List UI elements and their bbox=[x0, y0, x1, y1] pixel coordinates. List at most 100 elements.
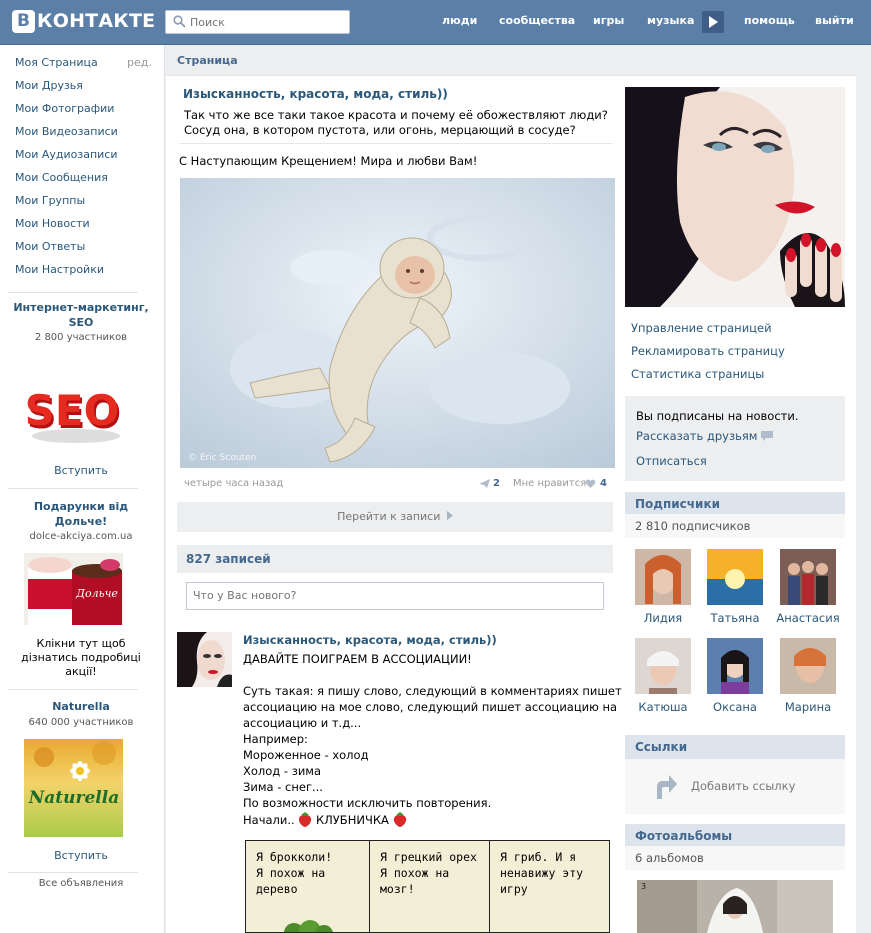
main-content: Страница Изысканность, красота, мода, ст… bbox=[166, 45, 856, 933]
nav-people[interactable]: люди bbox=[442, 14, 477, 27]
ad-dolce-description[interactable]: Клікни тут щоб дізнатись подробиці акції… bbox=[8, 637, 154, 679]
search-box[interactable] bbox=[165, 10, 350, 34]
sidebar-item-photos[interactable]: Мои Фотографии bbox=[15, 102, 114, 115]
like-count: 4 bbox=[600, 478, 607, 489]
wall-post-avatar[interactable] bbox=[177, 632, 232, 687]
top-header: B КОНТАКТЕ люди сообщества игры музыка п… bbox=[0, 0, 871, 45]
sidebar-item-messages[interactable]: Мои Сообщения bbox=[15, 171, 108, 184]
broccoli-drawing bbox=[284, 920, 333, 932]
like-button[interactable]: Мне нравится bbox=[513, 478, 586, 489]
sidebar-item-groups[interactable]: Мои Группы bbox=[15, 194, 85, 207]
ad-seo-join-button[interactable]: Вступить bbox=[8, 464, 154, 477]
edit-link[interactable]: ред. bbox=[127, 56, 152, 69]
post-photo[interactable]: © Eric Scouten bbox=[180, 178, 615, 468]
wall-post-line: ДАВАЙТЕ ПОИГРАЕМ В АССОЦИАЦИИ! bbox=[243, 652, 472, 666]
comic-panel-walnut: Я грецкий орех Я похож на мозг! bbox=[370, 841, 490, 932]
subscriber-photo[interactable] bbox=[635, 549, 691, 605]
album-badge: 3 bbox=[641, 882, 646, 891]
goto-record-button[interactable]: Перейти к записи bbox=[177, 502, 613, 532]
subscriber-photo[interactable] bbox=[780, 638, 836, 694]
wall-post-comic-image[interactable]: Я брокколи! Я похож на дерево Я грецкий … bbox=[245, 840, 610, 933]
heart-icon[interactable] bbox=[585, 479, 596, 489]
subscriber-name[interactable]: Катюша bbox=[627, 700, 699, 714]
links-title: Ссылки bbox=[635, 740, 688, 754]
wall-post-line: Холод - зима bbox=[243, 764, 322, 778]
sidebar-item-my-page[interactable]: Моя Страница bbox=[15, 56, 98, 69]
album-cover[interactable]: 3 bbox=[637, 880, 833, 933]
ad-dolce-subtitle: dolce-akciya.com.ua bbox=[29, 531, 133, 542]
nav-music[interactable]: музыка bbox=[647, 14, 694, 27]
subscriber-photo[interactable] bbox=[707, 638, 763, 694]
albums-count-bar: 6 альбомов bbox=[625, 846, 845, 870]
subscriber-name[interactable]: Татьяна bbox=[699, 611, 771, 625]
speech-bubble-icon bbox=[761, 431, 774, 441]
records-bar: 827 записей bbox=[177, 545, 613, 573]
share-icon[interactable] bbox=[478, 478, 491, 489]
ad-dolce-logo-text: Дольче bbox=[75, 587, 118, 600]
albums-count: 6 альбомов bbox=[635, 851, 704, 865]
sidebar-item-videos[interactable]: Мои Видеозаписи bbox=[15, 125, 118, 138]
ad-dolce-image[interactable]: Дольче bbox=[24, 553, 123, 625]
wall-post-keyword: КЛУБНИЧКА bbox=[315, 813, 389, 827]
logo-b-icon: B bbox=[12, 9, 35, 33]
subscribers-count-bar: 2 810 подписчиков bbox=[625, 514, 845, 538]
nav-games[interactable]: игры bbox=[593, 14, 624, 27]
sidebar-divider bbox=[8, 292, 138, 293]
sidebar-divider bbox=[8, 689, 138, 690]
share-count: 2 bbox=[493, 478, 500, 489]
subscriber-name[interactable]: Лидия bbox=[627, 611, 699, 625]
svg-text:SEO: SEO bbox=[25, 386, 120, 435]
subscriber-name[interactable]: Оксана bbox=[699, 700, 771, 714]
subscriber-photo[interactable] bbox=[635, 638, 691, 694]
ad-dolce-title[interactable]: Подарунки від Дольче! bbox=[8, 499, 154, 529]
post-time[interactable]: четыре часа назад bbox=[184, 478, 283, 489]
subscriber-photo[interactable] bbox=[707, 549, 763, 605]
tell-friends-link[interactable]: Рассказать друзьям bbox=[636, 429, 774, 443]
sidebar-item-answers[interactable]: Мои Ответы bbox=[15, 240, 85, 253]
add-link-box[interactable]: Добавить ссылку bbox=[625, 759, 845, 814]
wall-post-line: Мороженное - холод bbox=[243, 748, 369, 762]
wall-post-author[interactable]: Изысканность, красота, мода, стиль)) bbox=[243, 633, 497, 647]
wall-post-line: ассоциацию на мое слово, следующий пишет… bbox=[243, 700, 618, 714]
sidebar-item-audio[interactable]: Мои Аудиозаписи bbox=[15, 148, 118, 161]
wall-post-line: Например: bbox=[243, 732, 308, 746]
vk-logo[interactable]: B КОНТАКТЕ bbox=[12, 8, 155, 34]
subscribers-count: 2 810 подписчиков bbox=[635, 519, 751, 533]
ad-naturella-title[interactable]: Naturella bbox=[8, 699, 154, 714]
page-header-label: Страница bbox=[177, 54, 238, 67]
page-avatar[interactable] bbox=[625, 87, 845, 307]
ad-seo-title[interactable]: Интернет-маркетинг, SEO bbox=[8, 300, 154, 330]
photo-credit: © Eric Scouten bbox=[188, 453, 256, 463]
links-header[interactable]: Ссылки bbox=[625, 735, 845, 759]
new-post-field[interactable] bbox=[186, 582, 604, 610]
subscribed-text: Вы подписаны на новости. bbox=[636, 409, 799, 423]
nav-logout[interactable]: выйти bbox=[815, 14, 854, 27]
all-ads-link[interactable]: Все объявления bbox=[8, 878, 154, 889]
wall-post-line: Суть такая: я пишу слово, следующий в ко… bbox=[243, 684, 622, 698]
advertise-page-link[interactable]: Рекламировать страницу bbox=[631, 344, 785, 358]
new-post-input[interactable] bbox=[193, 589, 593, 602]
sidebar-item-friends[interactable]: Мои Друзья bbox=[15, 79, 83, 92]
nav-communities[interactable]: сообщества bbox=[499, 14, 575, 27]
subscriber-name[interactable]: Марина bbox=[772, 700, 844, 714]
subscriber-name[interactable]: Анастасия bbox=[772, 611, 844, 625]
search-input[interactable] bbox=[190, 14, 340, 30]
ad-naturella-image[interactable]: Naturella bbox=[24, 739, 123, 837]
sidebar-item-news[interactable]: Мои Новости bbox=[15, 217, 90, 230]
nav-help[interactable]: помощь bbox=[744, 14, 795, 27]
play-button[interactable] bbox=[702, 11, 724, 33]
subscriber-photo[interactable] bbox=[780, 549, 836, 605]
ad-seo-image[interactable]: SEO SEO bbox=[24, 370, 123, 446]
manage-page-link[interactable]: Управление страницей bbox=[631, 321, 772, 335]
unsubscribe-link[interactable]: Отписаться bbox=[636, 454, 707, 468]
add-link-label: Добавить ссылку bbox=[691, 779, 796, 793]
tell-friends-label: Рассказать друзьям bbox=[636, 429, 758, 443]
wall-post-line bbox=[243, 667, 603, 683]
ad-naturella-logo-text: Naturella bbox=[28, 788, 119, 808]
albums-header[interactable]: Фотоальбомы bbox=[625, 824, 845, 848]
subscribers-title: Подписчики bbox=[635, 497, 720, 511]
page-stats-link[interactable]: Статистика страницы bbox=[631, 367, 764, 381]
subscribers-header[interactable]: Подписчики bbox=[625, 492, 845, 516]
sidebar-item-settings[interactable]: Мои Настройки bbox=[15, 263, 104, 276]
ad-naturella-join-button[interactable]: Вступить bbox=[8, 849, 154, 862]
